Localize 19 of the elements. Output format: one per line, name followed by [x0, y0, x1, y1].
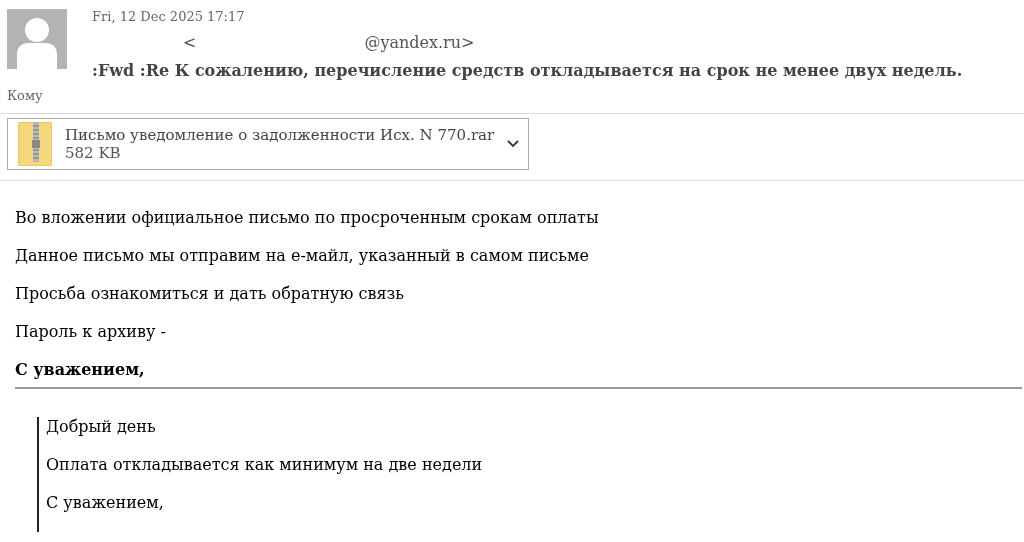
body-paragraph: Во вложении официальное письмо по просроченным срокам оплаты	[15, 208, 600, 228]
sender-bracket: <	[183, 33, 197, 53]
chevron-down-icon[interactable]	[507, 140, 519, 148]
body-paragraph: Пароль к архиву -	[15, 322, 167, 342]
quoted-line: Добрый день	[46, 417, 157, 436]
body-paragraph: Данное письмо мы отправим на е-майл, указанный в самом письме	[15, 246, 590, 266]
attachment-name: Письмо уведомление о задолженности Исх. N 770.rar	[65, 126, 496, 144]
body-paragraph: Просьба ознакомиться и дать обратную связь	[15, 284, 406, 304]
message-date: Fri, 12 Dec 2025 17:17	[92, 9, 246, 25]
attachment-card[interactable]: Письмо уведомление о задолженности Исх. N 770.rar 582 KB	[7, 118, 529, 170]
message-subject: :Fwd :Re К сожалению, перечисление средств откладывается на срок не менее двух недель.	[92, 61, 963, 81]
avatar-icon	[7, 9, 67, 69]
archive-folder-icon	[18, 122, 52, 166]
quoted-line: Оплата откладывается как минимум на две недели	[46, 455, 484, 474]
body-paragraph: С уважением,	[15, 360, 146, 380]
recipient-label: Кому	[7, 88, 44, 104]
quoted-line: С уважением,	[46, 493, 165, 512]
attachment-size: 582 KB	[65, 144, 122, 162]
sender-address: @yandex.ru>	[364, 33, 475, 53]
